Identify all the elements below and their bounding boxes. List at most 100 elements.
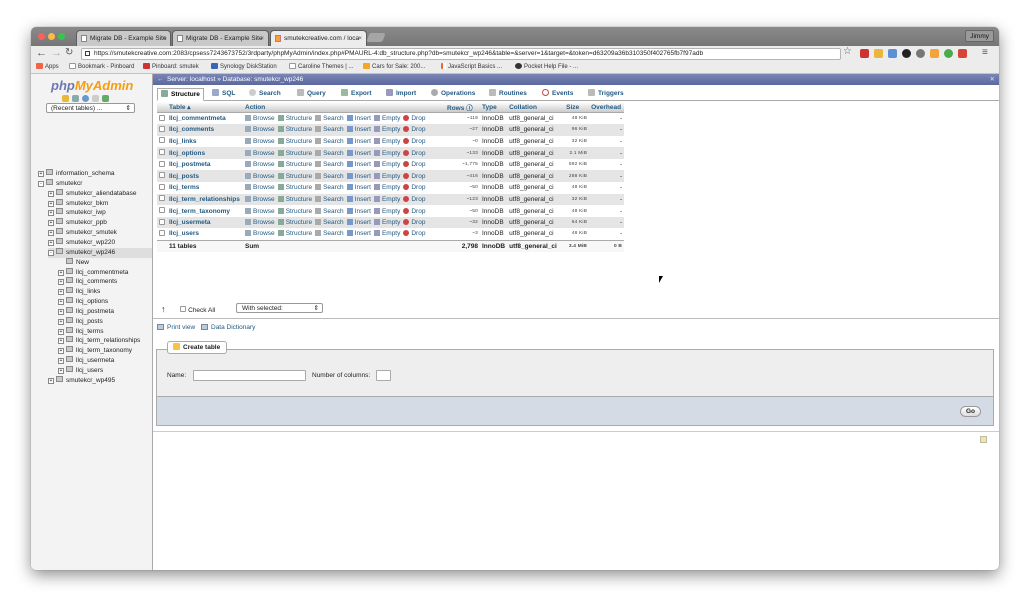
browse-action[interactable]: Browse	[245, 137, 275, 145]
expand-icon[interactable]: +	[48, 220, 54, 227]
search-action[interactable]: Search	[315, 126, 344, 133]
row-checkbox[interactable]	[159, 149, 165, 156]
search-action[interactable]: Search	[315, 172, 344, 180]
expand-icon[interactable]: +	[58, 269, 64, 276]
structure-action[interactable]: Structure	[277, 115, 312, 122]
expand-icon[interactable]: +	[58, 308, 64, 315]
structure-action[interactable]: Structure	[277, 184, 312, 191]
expand-icon[interactable]: +	[58, 318, 64, 325]
tree-item[interactable]: New	[58, 257, 89, 268]
tree-item[interactable]: + llcj_comments	[58, 277, 117, 287]
minimize-window-button[interactable]	[48, 33, 55, 40]
browser-tab-1[interactable]: Migrate DB - Example Site ×	[76, 30, 171, 46]
structure-action[interactable]: Structure	[277, 230, 312, 237]
tab-events[interactable]: Events	[542, 88, 573, 101]
browse-action[interactable]: Browse	[245, 149, 275, 157]
drop-action[interactable]: Drop	[403, 126, 425, 133]
insert-action[interactable]: Insert	[346, 172, 371, 180]
row-checkbox[interactable]	[159, 137, 165, 144]
structure-action[interactable]: Structure	[277, 219, 312, 226]
empty-action[interactable]: Empty	[373, 230, 400, 237]
structure-action[interactable]: Structure	[277, 172, 312, 180]
help-icon[interactable]: ⓘ	[466, 105, 473, 112]
tree-item[interactable]: + information_schema	[38, 169, 115, 179]
extension-icon[interactable]	[902, 49, 911, 58]
drop-action[interactable]: Drop	[403, 161, 425, 168]
logout-icon[interactable]	[72, 95, 79, 102]
tree-item[interactable]: - smutekcr_wp246	[48, 247, 152, 258]
breadcrumb[interactable]: Server: localhost » Database: smutekcr_w…	[167, 76, 303, 83]
browse-action[interactable]: Browse	[245, 172, 275, 180]
collapse-icon[interactable]: -	[48, 249, 54, 256]
empty-action[interactable]: Empty	[373, 161, 400, 168]
structure-action[interactable]: Structure	[277, 149, 312, 157]
header-rows[interactable]: Rows ⓘ	[445, 102, 480, 113]
bookmark-item[interactable]: Caroline Themes | ...	[289, 62, 353, 73]
reload-nav-icon[interactable]	[102, 95, 109, 102]
empty-action[interactable]: Empty	[373, 195, 400, 203]
table-name-link[interactable]: llcj_commentmeta	[167, 113, 243, 125]
tree-item[interactable]: + smutekcr_iwp	[48, 208, 106, 218]
insert-action[interactable]: Insert	[346, 115, 371, 122]
print-view-link[interactable]: Print view	[157, 324, 195, 331]
browse-action[interactable]: Browse	[245, 219, 275, 226]
bookmark-item[interactable]: Pinboard: smutek	[143, 62, 199, 73]
browser-tab-2[interactable]: Migrate DB - Example Site ×	[172, 30, 269, 46]
table-name-link[interactable]: llcj_links	[167, 136, 243, 148]
table-name-link[interactable]: llcj_comments	[167, 124, 243, 136]
browse-action[interactable]: Browse	[245, 115, 275, 122]
extension-icon[interactable]	[958, 49, 967, 58]
search-action[interactable]: Search	[315, 149, 344, 157]
tree-item[interactable]: + llcj_links	[58, 287, 100, 297]
bookmark-item[interactable]: Synology DiskStation	[211, 62, 277, 73]
expand-icon[interactable]: +	[48, 190, 54, 197]
phpmyadmin-logo[interactable]: phpMyAdmin	[51, 78, 133, 93]
expand-icon[interactable]: +	[58, 368, 64, 374]
table-name-link[interactable]: llcj_term_taxonomy	[167, 205, 243, 217]
bookmark-item[interactable]: JavaScript Basics ...	[441, 62, 502, 73]
tree-item[interactable]: + smutekcr_bkm	[48, 198, 108, 209]
browse-action[interactable]: Browse	[245, 230, 275, 237]
browser-tab-3[interactable]: smutekcreative.com / loca ×	[270, 30, 367, 46]
table-name-link[interactable]: llcj_posts	[167, 170, 243, 182]
insert-action[interactable]: Insert	[346, 230, 371, 237]
tree-item[interactable]: + llcj_term_taxonomy	[58, 346, 132, 356]
close-tab-icon[interactable]: ×	[358, 31, 362, 46]
bookmark-item[interactable]: Pocket Help File - ...	[515, 62, 578, 73]
tree-item[interactable]: + smutekcr_smutek	[48, 228, 117, 238]
search-action[interactable]: Search	[315, 115, 344, 122]
expand-icon[interactable]: +	[58, 279, 64, 286]
empty-action[interactable]: Empty	[373, 137, 400, 145]
docs-icon[interactable]	[92, 95, 99, 102]
address-bar[interactable]: https://smutekcreative.com:2083/cpsess72…	[81, 48, 841, 60]
menu-icon[interactable]: ≡	[982, 47, 988, 58]
structure-action[interactable]: Structure	[277, 207, 312, 215]
drop-action[interactable]: Drop	[403, 137, 425, 145]
row-checkbox[interactable]	[159, 218, 165, 225]
close-window-button[interactable]	[38, 33, 45, 40]
header-size[interactable]: Size	[564, 102, 590, 113]
empty-action[interactable]: Empty	[373, 184, 400, 191]
tree-item[interactable]: + llcj_term_relationships	[58, 336, 140, 346]
recent-tables-select[interactable]: (Recent tables) ... ⇕	[46, 103, 135, 113]
row-checkbox[interactable]	[159, 114, 165, 121]
search-action[interactable]: Search	[315, 161, 344, 168]
table-name-input[interactable]	[193, 370, 306, 381]
extension-icon[interactable]	[888, 49, 897, 58]
expand-icon[interactable]: +	[58, 289, 64, 296]
row-checkbox[interactable]	[159, 229, 165, 236]
check-all-checkbox[interactable]	[180, 306, 187, 312]
extension-icon[interactable]	[860, 49, 869, 58]
extension-icon[interactable]	[944, 49, 953, 58]
columns-count-input[interactable]	[376, 370, 391, 381]
drop-action[interactable]: Drop	[403, 172, 425, 180]
collapse-arrow-icon[interactable]: ←	[157, 74, 164, 85]
drop-action[interactable]: Drop	[403, 184, 425, 191]
expand-icon[interactable]: +	[58, 358, 64, 365]
drop-action[interactable]: Drop	[403, 195, 425, 203]
expand-icon[interactable]: +	[48, 210, 54, 217]
help-icon[interactable]	[82, 95, 89, 102]
expand-icon[interactable]: +	[58, 299, 64, 306]
table-name-link[interactable]: llcj_usermeta	[167, 217, 243, 229]
reload-icon[interactable]: ↻	[65, 47, 73, 58]
